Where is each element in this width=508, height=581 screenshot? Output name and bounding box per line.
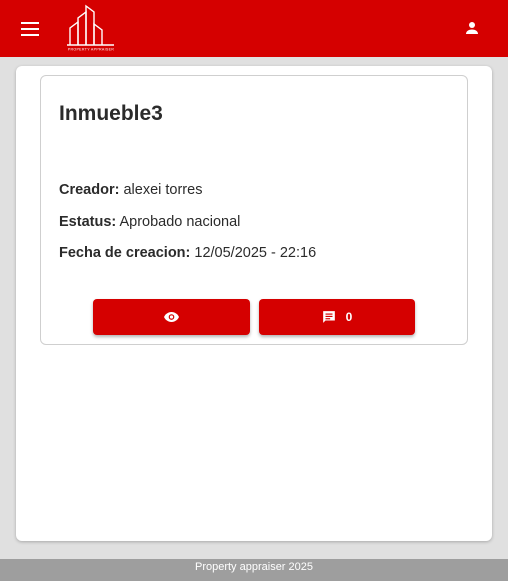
creator-label: Creador: <box>59 182 120 198</box>
status-value: Aprobado nacional <box>119 214 241 230</box>
person-icon <box>466 22 478 34</box>
comments-button[interactable]: 0 <box>259 299 415 335</box>
menu-button[interactable] <box>19 18 41 40</box>
footer-text: Property appraiser 2025 <box>194 561 313 573</box>
building-logo-icon: PROPERTY APPRAISER <box>67 4 115 52</box>
date-field: Fecha de creacion: 12/05/2025 - 22:16 <box>59 245 316 261</box>
property-card: Inmueble3 Creador: alexei torres Estatus… <box>40 75 468 345</box>
status-label: Estatus: <box>59 214 117 230</box>
top-app-bar: PROPERTY APPRAISER <box>0 0 508 57</box>
creator-field: Creador: alexei torres <box>59 182 202 198</box>
eye-icon <box>164 312 179 322</box>
status-field: Estatus: Aprobado nacional <box>59 214 240 230</box>
date-value: 12/05/2025 - 22:16 <box>194 245 317 261</box>
property-title: Inmueble3 <box>59 102 163 125</box>
footer: Property appraiser 2025 <box>0 559 508 581</box>
menu-icon <box>21 22 39 36</box>
svg-text:PROPERTY APPRAISER: PROPERTY APPRAISER <box>68 48 115 52</box>
date-label: Fecha de creacion: <box>59 245 191 261</box>
app-logo[interactable]: PROPERTY APPRAISER <box>64 4 118 52</box>
creator-value: alexei torres <box>123 182 203 198</box>
comments-count: 0 <box>345 310 353 324</box>
account-button[interactable] <box>461 17 483 39</box>
view-button[interactable] <box>93 299 250 335</box>
content-panel: Inmueble3 Creador: alexei torres Estatus… <box>16 66 492 541</box>
comment-icon <box>322 311 335 323</box>
